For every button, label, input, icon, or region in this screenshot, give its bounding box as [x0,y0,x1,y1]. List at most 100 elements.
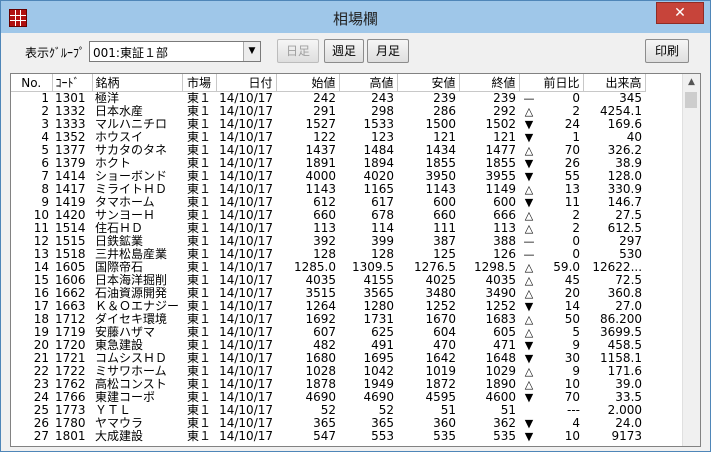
cell-name: 極洋 [95,91,120,105]
title-bar[interactable]: 相場欄 ✕ [1,1,710,33]
table-row[interactable]: 8 1417 ミライトＨＤ 東１ 14/10/17 1143 1165 1143 1149 △ 13… [11,183,645,196]
table-row[interactable]: 11 1514 住石ＨＤ 東１ 14/10/17 113 114 111 113 △ 2 612.5 [11,222,645,235]
col-header-date[interactable]: 日付 [216,74,277,92]
cell-name: 大成建設 [95,430,144,443]
col-header-market[interactable]: 市場 [182,74,217,92]
cell-close: 4600 [485,391,517,404]
cell-market: 東１ [187,183,212,196]
cell-high: 678 [371,209,395,222]
chevron-down-icon[interactable]: ▼ [243,42,260,61]
table-row[interactable]: 9 1419 タマホーム 東１ 14/10/17 612 617 600 600 ▼ 11 146.7 [11,196,645,209]
cell-no: 4 [41,131,49,144]
cell-code: 1515 [55,235,86,248]
cell-date: 14/10/17 [219,417,274,430]
table-row[interactable]: 2 1332 日本水産 東１ 14/10/17 291 298 286 292 △ 2 4254.1 [11,105,645,118]
scroll-thumb[interactable] [685,92,697,108]
col-header-low[interactable]: 安値 [397,74,460,92]
daily-button[interactable]: 日足 [277,39,319,63]
col-header-volume[interactable]: 出来高 [583,74,646,92]
cell-close: 1298.5 [474,261,517,274]
cell-open: 1264 [305,300,337,313]
table-row[interactable]: 22 1722 ミサワホーム 東１ 14/10/17 1028 1042 1019 1029 △ 9… [11,365,645,378]
col-header-name[interactable]: 銘柄 [92,74,183,92]
table-row[interactable]: 20 1720 東急建設 東１ 14/10/17 482 491 470 471 ▼ 9 458.5 [11,339,645,352]
cell-high: 625 [371,326,395,339]
cell-volume: 72.5 [615,274,643,287]
cell-high: 4020 [363,170,395,183]
cell-high: 1042 [363,365,395,378]
table-row[interactable]: 25 1773 ＹＴＬ 東１ 14/10/17 52 52 51 51 --- 2.000 [11,404,645,417]
quote-grid[interactable]: No. ｺｰﾄﾞ 銘柄 市場 日付 始値 高値 安値 終値 前日比 出来高 11… [10,73,701,447]
col-header-no[interactable]: No. [11,74,53,92]
table-row[interactable]: 21 1721 コムシスＨＤ 東１ 14/10/17 1680 1695 1642 1648 ▼ 3… [11,352,645,365]
cell-change: 45 [564,274,581,287]
cell-market: 東１ [187,157,212,170]
col-header-change[interactable]: 前日比 [519,74,584,92]
table-row[interactable]: 6 1379 ホクト 東１ 14/10/17 1891 1894 1855 1855 ▼ 26 38.… [11,157,645,170]
group-select[interactable]: 001:東証１部 ▼ [89,41,261,62]
table-row[interactable]: 16 1662 石油資源開発 東１ 14/10/17 3515 3565 3480 3490 △ 2… [11,287,645,300]
cell-open: 113 [313,222,337,235]
cell-name: 住石ＨＤ [95,222,144,235]
cell-no: 22 [33,365,49,378]
cell-name: 東急建設 [95,339,144,352]
cell-volume: 2.000 [607,404,643,417]
col-header-high[interactable]: 高値 [339,74,398,92]
table-row[interactable]: 5 1377 サカタのタネ 東１ 14/10/17 1437 1484 1434 1477 △ 70… [11,144,645,157]
cell-market: 東１ [187,404,212,417]
cell-market: 東１ [187,144,212,157]
col-header-close[interactable]: 終値 [459,74,520,92]
cell-change-mark: ▼ [524,391,534,404]
cell-code: 1606 [55,274,86,287]
col-header-open[interactable]: 始値 [276,74,340,92]
cell-market: 東１ [187,365,212,378]
cell-date: 14/10/17 [219,365,274,378]
cell-low: 1276.5 [414,261,457,274]
table-row[interactable]: 14 1605 国際帝石 東１ 14/10/17 1285.0 1309.5 1276.5 12… [11,261,645,274]
col-header-code[interactable]: ｺｰﾄﾞ [52,74,93,92]
table-row[interactable]: 27 1801 大成建設 東１ 14/10/17 547 553 535 535 ▼ 10 9173 [11,430,645,443]
table-row[interactable]: 13 1518 三井松島産業 東１ 14/10/17 128 128 125 126 — 0 530 [11,248,645,261]
cell-code: 1712 [55,313,86,326]
cell-close: 121 [493,131,517,144]
table-row[interactable]: 4 1352 ホウスイ 東１ 14/10/17 122 123 121 121 ▼ 1 40 [11,131,645,144]
cell-market: 東１ [187,209,212,222]
cell-no: 20 [33,339,49,352]
cell-close: 362 [493,417,517,430]
cell-change-mark: △ [524,365,534,378]
cell-change-mark: ▼ [524,157,534,170]
cell-change: 59.0 [553,261,581,274]
cell-low: 660 [433,209,457,222]
close-button[interactable]: ✕ [656,2,704,24]
scroll-up-icon[interactable]: ▲ [683,74,700,91]
table-row[interactable]: 17 1663 Ｋ＆Ｏエナジー 東１ 14/10/17 1264 1280 1252 1252 ▼… [11,300,645,313]
table-row[interactable]: 1 1301 極洋 東１ 14/10/17 242 243 239 239 — 0 345 [11,92,645,106]
table-row[interactable]: 12 1515 日鉄鉱業 東１ 14/10/17 392 399 387 388 — 0 297 [11,235,645,248]
cell-name: 日本海洋掘削 [95,274,168,287]
table-row[interactable]: 26 1780 ヤマウラ 東１ 14/10/17 365 365 360 362 ▼ 4 24.0 [11,417,645,430]
table-row[interactable]: 10 1420 サンヨーＨ 東１ 14/10/17 660 678 660 666 △ 2 27.5 [11,209,645,222]
cell-volume: 1158.1 [600,352,643,365]
cell-high: 4690 [363,391,395,404]
table-row[interactable]: 15 1606 日本海洋掘削 東１ 14/10/17 4035 4155 4025 4035 △ 4… [11,274,645,287]
cell-close: 1029 [485,365,517,378]
weekly-button[interactable]: 週足 [324,39,364,63]
cell-change-mark: △ [524,222,534,235]
cell-date: 14/10/17 [219,339,274,352]
table-row[interactable]: 23 1762 高松コンスト 東１ 14/10/17 1878 1949 1872 1890 △ 1… [11,378,645,391]
cell-volume: 12622... [592,261,643,274]
cell-name: ホウスイ [95,131,144,144]
cell-open: 607 [313,326,337,339]
cell-volume: 345 [619,91,643,105]
table-row[interactable]: 7 1414 ショーボンド 東１ 14/10/17 4000 4020 3950 3955 ▼ 55… [11,170,645,183]
table-row[interactable]: 24 1766 東建コーポ 東１ 14/10/17 4690 4690 4595 4600 ▼ 70… [11,391,645,404]
print-button[interactable]: 印刷 [645,39,689,63]
monthly-button[interactable]: 月足 [367,39,409,63]
table-row[interactable]: 18 1712 ダイセキ環境 東１ 14/10/17 1692 1731 1670 1683 △ 5… [11,313,645,326]
table-row[interactable]: 3 1333 マルハニチロ 東１ 14/10/17 1527 1533 1500 1502 ▼ 24… [11,118,645,131]
cell-date: 14/10/17 [219,196,274,209]
cell-open: 1437 [305,144,337,157]
cell-no: 26 [33,417,49,430]
table-row[interactable]: 19 1719 安藤ハザマ 東１ 14/10/17 607 625 604 605 △ 5 3699.… [11,326,645,339]
vertical-scrollbar[interactable]: ▲ [682,74,700,446]
